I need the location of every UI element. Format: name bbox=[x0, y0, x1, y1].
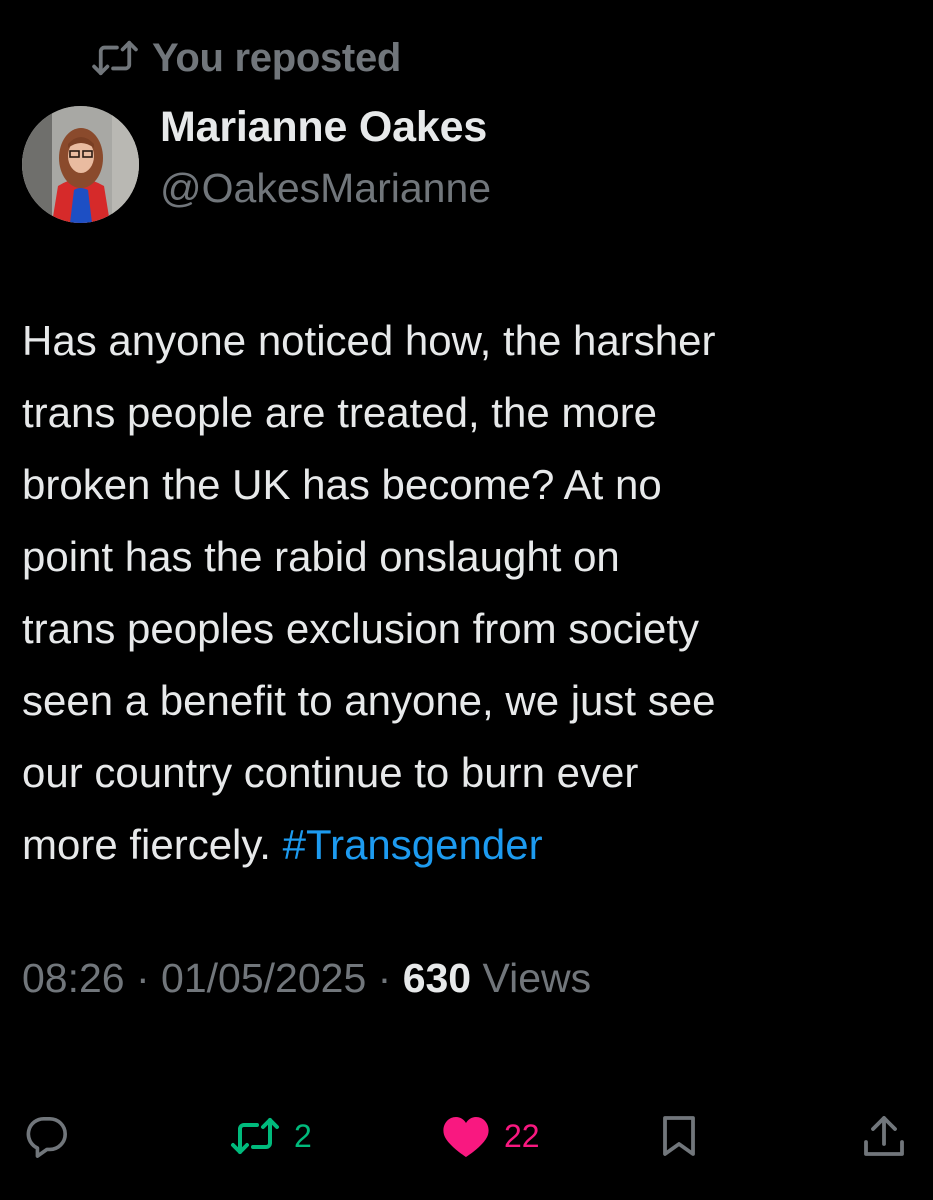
post-text-line: trans peoples exclusion from society bbox=[22, 605, 699, 652]
post-text-line: broken the UK has become? At no bbox=[22, 461, 662, 508]
repost-icon bbox=[92, 39, 138, 77]
avatar[interactable] bbox=[22, 106, 139, 223]
repost-banner: You reposted bbox=[92, 30, 401, 86]
bookmark-icon bbox=[660, 1114, 698, 1158]
hashtag-link[interactable]: #Transgender bbox=[283, 821, 543, 868]
repost-count: 2 bbox=[294, 1117, 312, 1154]
post-text: Has anyone noticed how, the harsher tran… bbox=[22, 305, 922, 881]
post-date[interactable]: 01/05/2025 bbox=[161, 955, 366, 1001]
author-handle[interactable]: @OakesMarianne bbox=[160, 165, 491, 212]
post-text-line: point has the rabid onslaught on bbox=[22, 533, 620, 580]
repost-label: You reposted bbox=[152, 35, 402, 80]
post-text-line: trans people are treated, the more bbox=[22, 389, 658, 436]
post-time[interactable]: 08:26 bbox=[22, 955, 125, 1001]
share-icon bbox=[862, 1114, 906, 1158]
meta-separator: · bbox=[366, 955, 403, 1001]
reply-button[interactable] bbox=[24, 1104, 70, 1168]
like-button[interactable]: 22 bbox=[442, 1104, 540, 1168]
share-button[interactable] bbox=[862, 1104, 906, 1168]
heart-icon bbox=[442, 1114, 490, 1158]
repost-button[interactable]: 2 bbox=[230, 1104, 312, 1168]
author-name[interactable]: Marianne Oakes bbox=[160, 103, 487, 152]
like-count: 22 bbox=[504, 1117, 540, 1154]
views-count[interactable]: 630 bbox=[403, 955, 471, 1001]
meta-separator: · bbox=[124, 955, 162, 1001]
action-bar: 2 22 bbox=[0, 1104, 933, 1168]
repost-icon bbox=[230, 1116, 280, 1156]
views-label: Views bbox=[471, 955, 592, 1001]
bookmark-button[interactable] bbox=[660, 1104, 698, 1168]
post-text-last-line: more fiercely. #Transgender bbox=[22, 809, 922, 881]
post-text-line: seen a benefit to anyone, we just see bbox=[22, 677, 716, 724]
post-text-line: Has anyone noticed how, the harsher bbox=[22, 317, 716, 364]
post-text-line: our country continue to burn ever bbox=[22, 749, 639, 796]
post-meta: 08:26 · 01/05/2025 · 630 Views bbox=[22, 948, 591, 1008]
reply-icon bbox=[24, 1114, 70, 1158]
post-text-segment: more fiercely. bbox=[22, 821, 283, 868]
